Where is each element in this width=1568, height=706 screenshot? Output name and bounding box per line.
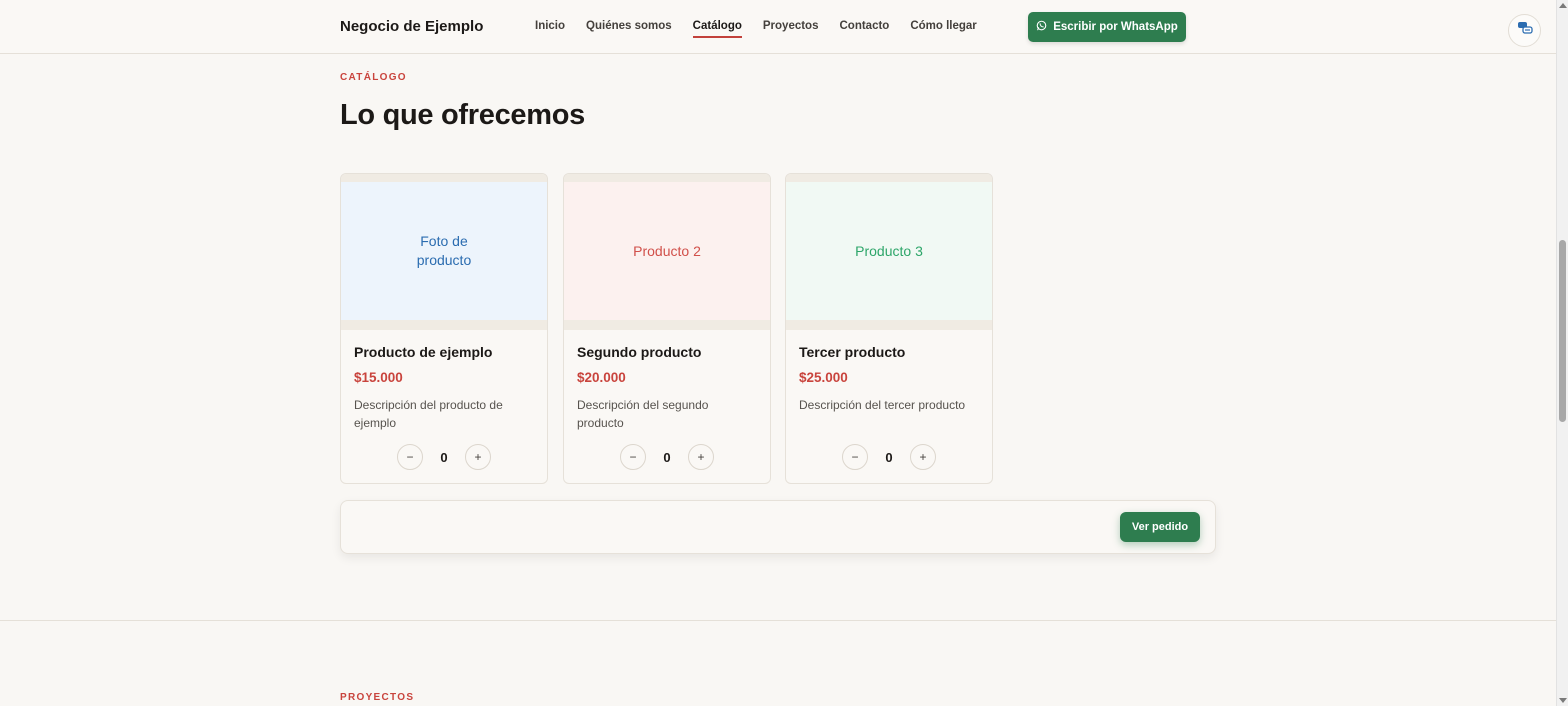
scrollbar-thumb[interactable] [1559,240,1566,422]
product-image: Producto 3 [786,174,992,330]
brand-name[interactable]: Negocio de Ejemplo [340,18,483,35]
product-name: Segundo producto [577,344,702,360]
nav-como-llegar[interactable]: Cómo llegar [910,20,976,38]
decrease-button[interactable]: − [620,444,646,470]
increase-button[interactable]: + [910,444,936,470]
product-name: Tercer producto [799,344,906,360]
quantity-stepper: − 0 + [341,444,547,470]
nav-quienes-somos[interactable]: Quiénes somos [586,20,672,38]
catalog-eyebrow: CATÁLOGO [340,72,407,83]
product-card: Producto 2 Segundo producto $20.000 Desc… [563,173,771,484]
site-header: Negocio de Ejemplo Inicio Quiénes somos … [0,0,1556,54]
product-image-placeholder: Producto 2 [564,182,770,320]
whatsapp-button[interactable]: Escribir por WhatsApp [1028,12,1186,42]
product-name: Producto de ejemplo [354,344,493,360]
product-card: Producto 3 Tercer producto $25.000 Descr… [785,173,993,484]
projects-eyebrow: PROYECTOS [340,692,415,703]
product-card: Foto de producto Producto de ejemplo $15… [340,173,548,484]
product-description: Descripción del tercer producto [799,398,966,412]
decrease-button[interactable]: − [397,444,423,470]
section-divider [0,620,1556,621]
product-image-placeholder: Foto de producto [341,182,547,320]
catalog-title: Lo que ofrecemos [340,99,585,131]
whatsapp-icon [1036,20,1047,34]
quantity-value: 0 [885,449,893,465]
view-order-button[interactable]: Ver pedido [1120,512,1200,542]
product-description: Descripción del segundo producto [577,398,709,430]
scroll-up-arrow-icon[interactable] [1559,3,1567,8]
product-price: $15.000 [354,370,403,385]
quantity-stepper: − 0 + [564,444,770,470]
whatsapp-label: Escribir por WhatsApp [1053,21,1178,33]
increase-button[interactable]: + [688,444,714,470]
nav-proyectos[interactable]: Proyectos [763,20,819,38]
product-price: $25.000 [799,370,848,385]
quantity-value: 0 [663,449,671,465]
chat-translate-icon [1517,21,1533,40]
order-bar: Ver pedido [340,500,1216,554]
nav-inicio[interactable]: Inicio [535,20,565,38]
quantity-value: 0 [440,449,448,465]
main-nav: Inicio Quiénes somos Catálogo Proyectos … [535,20,977,38]
page-scrollbar[interactable] [1556,0,1568,706]
decrease-button[interactable]: − [842,444,868,470]
product-description: Descripción del producto de ejemplo [354,398,503,430]
translate-button[interactable] [1508,14,1541,47]
product-image: Producto 2 [564,174,770,330]
product-image-placeholder: Producto 3 [786,182,992,320]
nav-catalogo[interactable]: Catálogo [692,20,742,38]
product-price: $20.000 [577,370,626,385]
increase-button[interactable]: + [465,444,491,470]
product-image: Foto de producto [341,174,547,330]
quantity-stepper: − 0 + [786,444,992,470]
nav-contacto[interactable]: Contacto [839,20,889,38]
scroll-down-arrow-icon[interactable] [1559,698,1567,703]
